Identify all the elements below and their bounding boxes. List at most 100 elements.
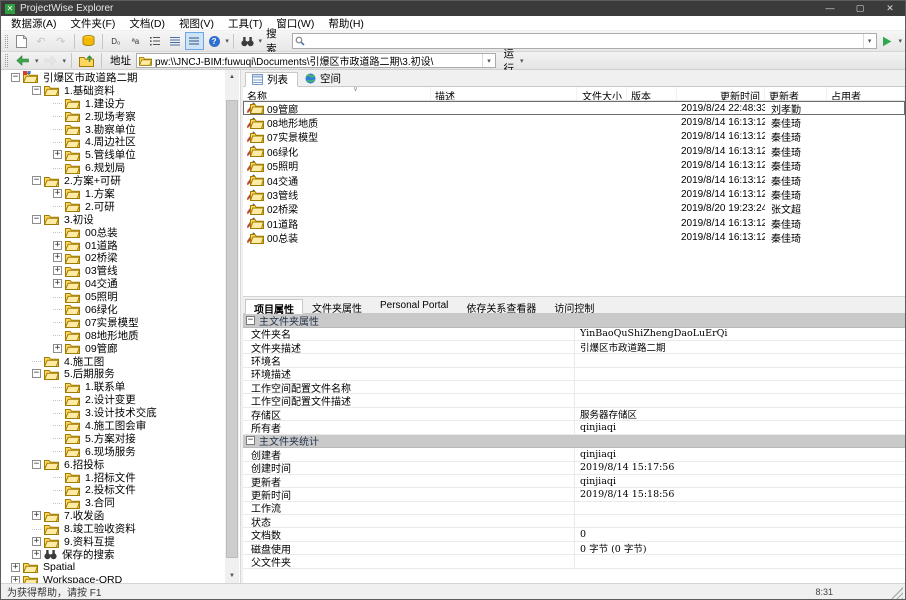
column-header-1[interactable]: 描述 <box>431 87 577 100</box>
folder-row[interactable]: 03管线2019/8/14 16:13:12秦佳琦 <box>243 187 905 201</box>
expand-icon[interactable]: + <box>32 537 41 546</box>
address-dropdown-icon[interactable]: ▾ <box>482 54 495 67</box>
back-history-dropdown-icon[interactable]: ▾ <box>35 57 39 65</box>
menu-item-2[interactable]: 文档(D) <box>122 16 172 31</box>
back-button[interactable] <box>13 52 32 70</box>
tree-item[interactable]: +Spatial <box>1 561 225 574</box>
collapse-icon[interactable]: − <box>246 436 255 445</box>
tab-list[interactable]: 列表 <box>245 72 298 87</box>
forward-button[interactable] <box>41 52 60 70</box>
column-header-0[interactable]: 名称 <box>243 87 431 100</box>
properties-tab-4[interactable]: 访问控制 <box>545 298 603 313</box>
help-button[interactable]: ? <box>205 32 224 50</box>
scroll-down-icon[interactable]: ▼ <box>225 569 239 583</box>
new-document-button[interactable] <box>12 32 31 50</box>
collapse-icon[interactable]: − <box>32 176 41 185</box>
minimize-button[interactable]: — <box>815 1 845 16</box>
properties-tab-2[interactable]: Personal Portal <box>371 298 457 313</box>
tree-item[interactable]: +09管廊 <box>1 342 225 355</box>
toolbar-overflow-icon[interactable]: ▾ <box>225 37 229 45</box>
collapse-icon[interactable]: − <box>32 86 41 95</box>
expand-icon[interactable]: + <box>53 150 62 159</box>
properties-tab-1[interactable]: 文件夹属性 <box>303 298 371 313</box>
resize-grip[interactable] <box>891 587 903 599</box>
collapse-icon[interactable]: − <box>32 215 41 224</box>
cell-0: 01道路 <box>243 216 431 231</box>
undo-icon[interactable]: ↶ <box>32 32 51 50</box>
expand-icon[interactable]: + <box>53 344 62 353</box>
small-list-view-button[interactable] <box>146 32 165 50</box>
menu-item-6[interactable]: 帮助(H) <box>321 16 371 31</box>
tree-connector <box>53 232 62 233</box>
address-combobox[interactable]: pw:\\JNCJ-BIM:fuwuqi\Documents\引爆区市政道路二期… <box>136 53 496 68</box>
menu-item-3[interactable]: 视图(V) <box>172 16 221 31</box>
tab-spatial[interactable]: 空间 <box>298 71 351 86</box>
folder-row[interactable]: 04交通2019/8/14 16:13:12秦佳琦 <box>243 173 905 187</box>
rename-attributes-button[interactable]: ªa <box>126 32 145 50</box>
scroll-up-icon[interactable]: ▲ <box>225 70 239 84</box>
tree-connector <box>53 129 62 130</box>
forward-history-dropdown-icon[interactable]: ▾ <box>63 57 67 65</box>
expand-icon[interactable]: + <box>53 266 62 275</box>
collapse-icon[interactable]: − <box>11 73 20 82</box>
folder-row[interactable]: 07实景模型2019/8/14 16:13:12秦佳琦 <box>243 130 905 144</box>
run-search-button[interactable] <box>878 32 897 50</box>
toolbar-grip[interactable] <box>5 35 8 48</box>
column-header-5[interactable]: 更新者 <box>765 87 827 100</box>
export-button[interactable] <box>79 32 98 50</box>
menu-item-0[interactable]: 数据源(A) <box>4 16 64 31</box>
folder-row[interactable]: 01道路2019/8/14 16:13:12秦佳琦 <box>243 216 905 230</box>
redo-icon[interactable]: ↷ <box>51 32 70 50</box>
menu-item-1[interactable]: 文件夹(F) <box>64 16 123 31</box>
go-up-folder-button[interactable] <box>77 52 96 70</box>
search-combobox[interactable]: ▾ <box>292 33 877 49</box>
menu-item-4[interactable]: 工具(T) <box>221 16 269 31</box>
folder-row[interactable]: 00总装2019/8/14 16:13:12秦佳琦 <box>243 231 905 245</box>
folder-row[interactable]: 05照明2019/8/14 16:13:12秦佳琦 <box>243 159 905 173</box>
address-run-button[interactable]: 运行 <box>498 52 517 70</box>
expand-icon[interactable]: + <box>53 279 62 288</box>
maximize-button[interactable]: ▢ <box>845 1 875 16</box>
tree-item[interactable]: 2.可研 <box>1 200 225 213</box>
properties-tab-3[interactable]: 依存关系查看器 <box>457 298 545 313</box>
expand-icon[interactable]: + <box>11 576 20 583</box>
tree-item[interactable]: 6.现场服务 <box>1 445 225 458</box>
find-dropdown-icon[interactable]: ▾ <box>259 37 263 45</box>
folder-icon <box>44 458 59 470</box>
tree-item[interactable]: +Workspace-ORD <box>1 574 225 583</box>
expand-icon[interactable]: + <box>53 241 62 250</box>
folder-icon <box>65 110 80 122</box>
close-button[interactable]: ✕ <box>875 1 905 16</box>
folder-row[interactable]: 09管廊2019/8/24 22:48:33刘孝勤 <box>243 101 905 115</box>
expand-icon[interactable]: + <box>53 253 62 262</box>
address-path[interactable]: pw:\\JNCJ-BIM:fuwuqi\Documents\引爆区市政道路二期… <box>137 53 482 68</box>
details-view-button[interactable] <box>165 32 184 50</box>
search-toolbar-overflow-icon[interactable]: ▾ <box>898 37 902 45</box>
collapse-icon[interactable]: − <box>32 460 41 469</box>
tree-scrollbar[interactable]: ▲ ▼ <box>225 70 239 583</box>
folder-row[interactable]: 02桥梁2019/8/20 19:23:24张文超 <box>243 202 905 216</box>
column-header-3[interactable]: 版本 <box>627 87 677 100</box>
folder-row[interactable]: 08地形地质2019/8/14 16:13:12秦佳琦 <box>243 115 905 129</box>
list-view-button[interactable] <box>185 32 204 50</box>
search-input[interactable] <box>307 35 863 48</box>
scrollbar-thumb[interactable] <box>226 100 238 558</box>
find-button[interactable] <box>238 32 257 50</box>
interface-toggle-button[interactable]: D₀ <box>107 32 126 50</box>
tree-item[interactable]: 3.合同 <box>1 496 225 509</box>
folder-row[interactable]: 06绿化2019/8/14 16:13:12秦佳琦 <box>243 144 905 158</box>
collapse-icon[interactable]: − <box>32 369 41 378</box>
expand-icon[interactable]: + <box>53 189 62 198</box>
column-header-4[interactable]: 更新时间 <box>677 87 765 100</box>
search-dropdown-icon[interactable]: ▾ <box>863 34 876 48</box>
tree-item[interactable]: +保存的搜索 <box>1 548 225 561</box>
collapse-icon[interactable]: − <box>246 316 255 325</box>
column-header-6[interactable]: 占用者 <box>827 87 905 100</box>
address-toolbar-overflow-icon[interactable]: ▾ <box>520 57 524 65</box>
expand-icon[interactable]: + <box>32 550 41 559</box>
column-header-2[interactable]: 文件大小 <box>577 87 627 100</box>
properties-tab-0[interactable]: 项目属性 <box>245 299 303 314</box>
expand-icon[interactable]: + <box>11 563 20 572</box>
expand-icon[interactable]: + <box>32 511 41 520</box>
address-toolbar-grip[interactable] <box>5 54 8 67</box>
